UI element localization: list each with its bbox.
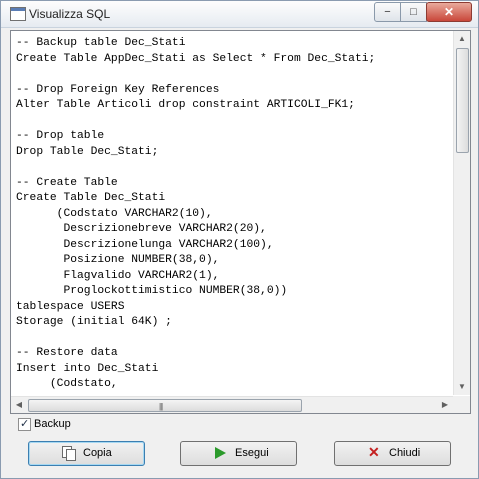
horizontal-scroll-thumb[interactable]: |||: [28, 399, 302, 412]
copia-button[interactable]: Copia: [28, 441, 145, 466]
scroll-right-icon[interactable]: ▶: [437, 397, 453, 413]
checkbox-box[interactable]: ✓: [18, 418, 31, 431]
scroll-up-icon[interactable]: ▲: [454, 31, 470, 47]
esegui-label: Esegui: [235, 447, 269, 459]
close-window-button[interactable]: ✕: [426, 2, 472, 22]
window-title: Visualizza SQL: [29, 7, 111, 21]
horizontal-scrollbar[interactable]: ◀ ||| ▶: [11, 396, 453, 413]
backup-label: Backup: [34, 418, 71, 430]
vertical-scrollbar[interactable]: ▲ ▼: [453, 31, 470, 395]
scrollbar-corner: [453, 396, 470, 413]
scroll-down-icon[interactable]: ▼: [454, 379, 470, 395]
sql-text-area[interactable]: -- Backup table Dec_Stati Create Table A…: [10, 30, 471, 414]
chiudi-button[interactable]: ✕ Chiudi: [334, 441, 451, 466]
close-icon: ✕: [443, 5, 455, 19]
esegui-button[interactable]: Esegui: [180, 441, 297, 466]
minimize-button[interactable]: −: [374, 2, 401, 22]
scroll-left-icon[interactable]: ◀: [11, 397, 27, 413]
sql-code: -- Backup table Dec_Stati Create Table A…: [16, 37, 376, 390]
maximize-button[interactable]: □: [400, 2, 427, 22]
copia-label: Copia: [83, 447, 112, 459]
copy-icon: [62, 446, 76, 461]
title-bar[interactable]: Visualizza SQL − □ ✕: [1, 1, 478, 28]
play-icon: [214, 446, 228, 460]
vertical-scroll-thumb[interactable]: [456, 48, 469, 153]
maximize-icon: □: [410, 6, 417, 18]
window-icon: [10, 7, 26, 21]
close-x-icon: ✕: [368, 444, 380, 460]
visualizza-sql-window: Visualizza SQL − □ ✕ -- Backup table Dec…: [0, 0, 479, 479]
checkmark-icon: ✓: [20, 418, 30, 430]
chiudi-label: Chiudi: [389, 447, 421, 459]
grip-icon: |||: [159, 402, 163, 411]
minimize-icon: −: [384, 6, 391, 18]
